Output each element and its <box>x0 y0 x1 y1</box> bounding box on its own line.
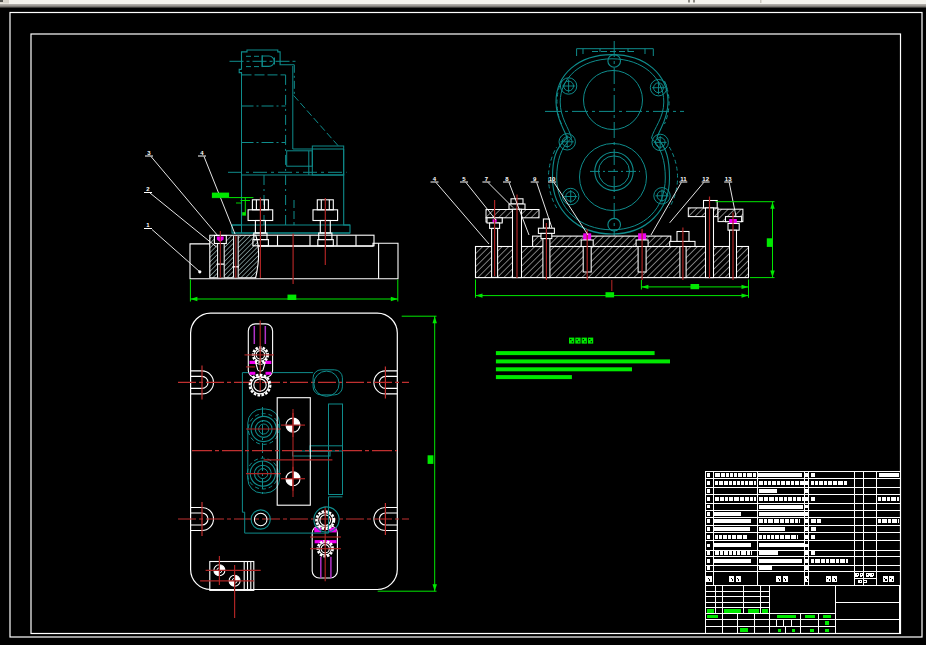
svg-text:12: 12 <box>702 176 709 182</box>
svg-text:13: 13 <box>725 176 732 182</box>
svg-text:10: 10 <box>549 176 556 182</box>
svg-text:11: 11 <box>680 176 687 182</box>
